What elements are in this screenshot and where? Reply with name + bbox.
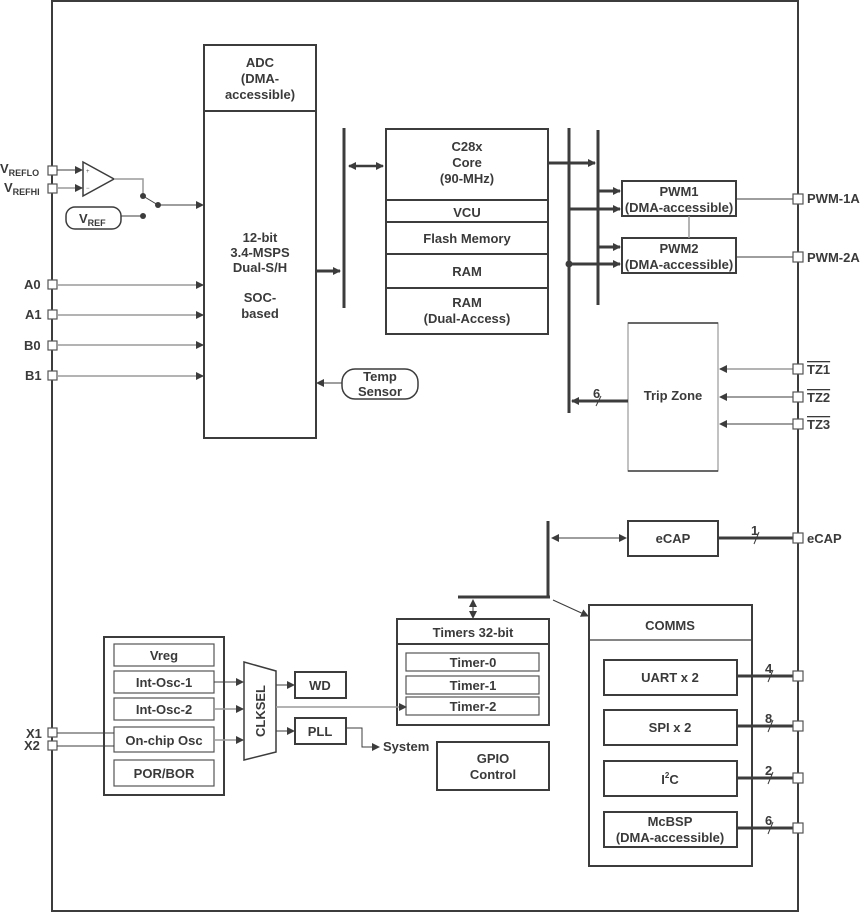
adc-body-line3: Dual-S/H — [233, 260, 287, 275]
pin-label-tz1: TZ1 — [807, 362, 830, 377]
pin-label-x2: X2 — [24, 738, 40, 753]
pin-label-pwm1a: PWM-1A — [807, 191, 860, 206]
temp-sensor: Temp Sensor — [316, 368, 419, 400]
spi-bus-width: 8 — [765, 711, 772, 726]
pll-label: PLL — [308, 724, 333, 739]
svg-text:−: − — [86, 186, 90, 192]
adc-block: ADC (DMA- accessible) 12-bit 3.4-MSPS Du… — [203, 44, 317, 439]
temp-sensor-line2: Sensor — [358, 384, 402, 399]
ecap-bus-width: 1 — [751, 523, 758, 538]
flash-label: Flash Memory — [423, 231, 511, 246]
svg-text:+: + — [86, 169, 90, 175]
pin-label-pwm2a: PWM-2A — [807, 250, 860, 265]
vreflo-pin — [47, 165, 58, 176]
clock-source-block: Vreg Int-Osc-1 Int-Osc-2 On-chip Osc POR… — [103, 636, 225, 796]
temp-sensor-line1: Temp — [363, 369, 397, 384]
ecap-label: eCAP — [656, 531, 691, 546]
ram-dual-line1: RAM — [452, 295, 482, 310]
pin-label-b1: B1 — [25, 368, 42, 383]
spi-label: SPI x 2 — [649, 720, 692, 735]
timer-1-label: Timer-1 — [450, 678, 497, 693]
clksel-label: CLKSEL — [253, 685, 268, 737]
mcbsp-bus-width: 6 — [765, 813, 772, 828]
vreflo-label: VREFLO — [0, 161, 39, 178]
core-block: C28x Core (90-MHz) VCU Flash Memory RAM … — [385, 128, 549, 335]
uart-label: UART x 2 — [641, 670, 699, 685]
wd-block: WD — [294, 671, 347, 699]
pwm2-label: PWM2 — [660, 241, 699, 256]
pin-label-a1: A1 — [25, 307, 42, 322]
cpu-line3: (90-MHz) — [440, 171, 494, 186]
uart-bus-width: 4 — [765, 661, 773, 676]
timers-header: Timers 32-bit — [433, 625, 514, 640]
system-clock-label: System — [383, 739, 429, 754]
trip-zone-label: Trip Zone — [644, 388, 703, 403]
trip-zone-block: Trip Zone — [627, 322, 719, 472]
vreg-label: Vreg — [150, 648, 178, 663]
pwm1-label: PWM1 — [660, 184, 699, 199]
adc-header-line1: ADC — [246, 55, 275, 70]
adc-header-line3: accessible) — [225, 87, 295, 102]
pin-label-ecap: eCAP — [807, 531, 842, 546]
pwm1-block: PWM1 (DMA-accessible) — [621, 180, 737, 217]
ram-dual-line2: (Dual-Access) — [424, 311, 511, 326]
adc-header-line2: (DMA- — [241, 71, 279, 86]
vrefhi-pin — [47, 183, 58, 194]
gpio-block: GPIO Control — [436, 741, 550, 791]
block-diagram: ADC (DMA- accessible) 12-bit 3.4-MSPS Du… — [0, 0, 860, 912]
vref-comparator: VREFLO VREFHI + − VREF — [0, 160, 204, 230]
pwm1-note: (DMA-accessible) — [625, 200, 733, 215]
vrefhi-label: VREFHI — [4, 180, 40, 197]
cpu-line1: C28x — [451, 139, 483, 154]
pin-label-b0: B0 — [24, 338, 41, 353]
mcbsp-note: (DMA-accessible) — [616, 830, 724, 845]
on-chip-osc-label: On-chip Osc — [125, 733, 202, 748]
pwm2-block: PWM2 (DMA-accessible) — [621, 237, 737, 274]
i2c-bus-width: 2 — [765, 763, 772, 778]
mcbsp-label: McBSP — [648, 814, 693, 829]
timers-block: Timers 32-bit Timer-0 Timer-1 Timer-2 — [396, 618, 550, 726]
cpu-line2: Core — [452, 155, 482, 170]
adc-body-line1: 12-bit — [243, 230, 278, 245]
vcu-label: VCU — [453, 205, 480, 220]
pll-block: PLL — [294, 717, 347, 745]
ecap-block: eCAP — [627, 520, 719, 557]
wd-label: WD — [309, 678, 331, 693]
adc-body-line6: based — [241, 306, 279, 321]
int-osc-1-label: Int-Osc-1 — [136, 675, 192, 690]
ram-label: RAM — [452, 264, 482, 279]
pin-label-a0: A0 — [24, 277, 41, 292]
pin-label-tz3: TZ3 — [807, 417, 830, 432]
gpio-line2: Control — [470, 767, 516, 782]
pwm2-note: (DMA-accessible) — [625, 257, 733, 272]
trip-zone-bus-width: 6 — [593, 386, 600, 401]
int-osc-2-label: Int-Osc-2 — [136, 702, 192, 717]
pin-label-tz2: TZ2 — [807, 390, 830, 405]
comms-header: COMMS — [645, 618, 695, 633]
analog-inputs: A0 A1 B0 B1 — [24, 277, 204, 383]
comms-block: COMMS UART x 2 SPI x 2 I2C McBSP (DMA-ac… — [588, 604, 753, 867]
adc-body-line5: SOC- — [244, 290, 277, 305]
i2c-label: I2C — [661, 771, 679, 787]
adc-body-line2: 3.4-MSPS — [230, 245, 290, 260]
gpio-line1: GPIO — [477, 751, 510, 766]
timer-2-label: Timer-2 — [450, 699, 497, 714]
timer-0-label: Timer-0 — [450, 655, 497, 670]
por-bor-label: POR/BOR — [134, 766, 195, 781]
